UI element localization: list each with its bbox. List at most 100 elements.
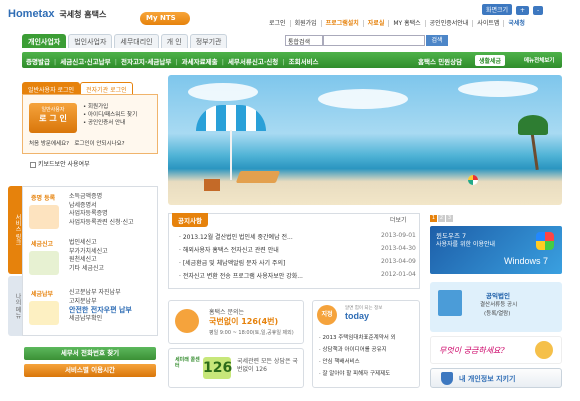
nav-data-submit[interactable]: 과세자료제출: [178, 52, 222, 70]
public-corp-title: 공익법인: [486, 292, 510, 300]
notice-row[interactable]: · [세금환급 및 체납액알림 문자 사기 주의] 2013-04-09: [179, 258, 419, 267]
service-link[interactable]: 사업자등록관련 신청·신고: [69, 219, 134, 228]
top-link-signup[interactable]: 회원가입: [289, 20, 321, 27]
notice-tab[interactable]: 공지사항: [172, 213, 208, 227]
top-link-archive[interactable]: 자료실: [362, 20, 389, 27]
parasol-shape: [196, 105, 266, 131]
login-help-link[interactable]: 로그인이 안되시나요?: [74, 141, 124, 147]
parasol-pole: [230, 130, 232, 180]
notice-row[interactable]: · 해외사용자 홈택스 전자신고 관련 안내 2013-04-30: [179, 245, 419, 254]
suitcase-shape: [204, 179, 220, 191]
today-link[interactable]: · 안심 책배서비스: [319, 357, 360, 365]
top-link-cert[interactable]: 공인인증서안내: [424, 20, 473, 27]
beach-chair-shape: [235, 171, 281, 183]
my-nts-button[interactable]: My NTS: [140, 12, 190, 25]
ad-page-3[interactable]: 3: [446, 215, 453, 222]
tab-corporate-business[interactable]: 법인사업자: [68, 34, 113, 48]
top-link-program[interactable]: 프로그램설치: [320, 20, 363, 27]
logo-sub: 국세청 홈택스: [59, 10, 107, 19]
privacy-protection-button[interactable]: 내 개인정보 지키기: [430, 368, 562, 388]
nav-document-apply[interactable]: 세무서류신고·신청: [224, 52, 282, 70]
zoom-out-button[interactable]: -: [532, 6, 544, 15]
keyboard-security-option[interactable]: 키보드보안 사용여부: [30, 159, 90, 168]
today-link[interactable]: · 2013 주택임대차표준계약서 외: [319, 333, 396, 341]
login-footer: 처음 방문에세요? 로그인이 안되시나요?: [29, 139, 125, 147]
windows7-banner[interactable]: 윈도우즈 7 사용자를 위한 이용안내 Windows 7: [430, 226, 562, 274]
page: Hometax 국세청 홈택스 My NTS 화면크기 + - 로그인 회원가입 프…: [0, 0, 580, 401]
tab-individual[interactable]: 개 인: [160, 34, 188, 48]
nav-certificate[interactable]: 증명발급: [22, 52, 54, 70]
notice-more-link[interactable]: 더보기: [390, 215, 407, 224]
search-button[interactable]: 검색: [426, 35, 448, 46]
faq-text: 무엇이 궁금하세요?: [439, 346, 505, 355]
nav-tax-payment[interactable]: 전자고지·세금납부: [117, 52, 175, 70]
call-center-box[interactable]: 세미래 콜센터 126 국세관련 모든 상담은 국번없이 126: [168, 348, 304, 388]
service-hours-button[interactable]: 서비스별 이용시간: [24, 364, 156, 377]
nts-link[interactable]: 국세청: [503, 20, 529, 27]
service-link[interactable]: 법인세신고: [69, 239, 108, 248]
all-menu-button[interactable]: 메뉴전체보기: [524, 52, 554, 68]
side-tab-my-menu[interactable]: 나의 메뉴: [8, 276, 22, 336]
civil-consult-link[interactable]: 홈택스 민원상담: [418, 52, 462, 70]
call-center-number: 126: [203, 357, 232, 379]
side-tab-service-links[interactable]: 서비스 링크: [8, 186, 22, 274]
faq-banner[interactable]: 무엇이 궁금하세요?: [430, 336, 562, 364]
top-link-sitemap[interactable]: 사이트맵: [472, 20, 504, 27]
keyboard-checkbox[interactable]: [30, 161, 36, 168]
service-link[interactable]: 부가가치세신고: [69, 248, 108, 257]
login-button[interactable]: 일반사용자 로 그 인: [29, 103, 77, 133]
login-button-label: 로 그 인: [39, 114, 67, 123]
payment-icon: [29, 301, 59, 325]
service-link[interactable]: 사업자등록증명: [69, 210, 134, 219]
service-link[interactable]: 기타 세금신고: [69, 265, 108, 274]
nav-inquiry[interactable]: 조회서비스: [285, 52, 323, 70]
top-link-my-hometax[interactable]: MY 홈택스: [388, 20, 425, 27]
today-link[interactable]: · 잘 알아야 할 피해자 구제제도: [319, 369, 390, 377]
login-links: • 회원가입 • 아이디/패스워드 찾기 • 공인인증서 안내: [83, 103, 137, 127]
find-tax-office-phone-button[interactable]: 세무서 전화번호 찾기: [24, 347, 156, 360]
tab-tax-agent[interactable]: 세무대리인: [114, 34, 159, 48]
service-link[interactable]: 신고분납부 자진납부: [69, 289, 132, 298]
tab-individual-business[interactable]: 개인사업자: [22, 34, 67, 48]
service-name: 세금납부: [31, 291, 54, 298]
screen-size-controls: 화면크기 + -: [480, 4, 544, 15]
cert-guide-link[interactable]: • 공인인증서 안내: [83, 119, 137, 127]
service-name: 세금신고: [31, 241, 54, 248]
find-id-link[interactable]: • 아이디/패스워드 찾기: [83, 111, 137, 119]
life-tax-button[interactable]: 생활세금: [475, 55, 506, 66]
service-link[interactable]: 원천세신고: [69, 256, 108, 265]
cloud-shape: [188, 83, 258, 101]
first-visit-link[interactable]: 처음 방문에세요?: [29, 141, 69, 147]
login-box: 일반사용자 로 그 인 • 회원가입 • 아이디/패스워드 찾기 • 공인인증서…: [22, 94, 158, 154]
ad-page-1[interactable]: 1: [430, 215, 437, 222]
notice-row[interactable]: · 2013.12월 결산법인 법인세 중간예납 전... 2013-09-01: [179, 232, 419, 241]
today-header: 지정 알면 힘이 되는 정보 today: [317, 305, 413, 325]
service-link[interactable]: 소득금액증명: [69, 193, 134, 202]
screen-size-label: 화면크기: [482, 4, 513, 15]
service-link[interactable]: 세금납부확인: [69, 315, 132, 324]
document-icon: [438, 290, 462, 316]
zoom-in-button[interactable]: +: [516, 6, 530, 15]
tab-government[interactable]: 정부기관: [189, 34, 228, 48]
nav-tax-filing[interactable]: 세금신고·신고납부: [56, 52, 114, 70]
inquiry-title: 홈택스 문의는: [209, 309, 245, 316]
hometax-logo[interactable]: Hometax 국세청 홈택스: [8, 8, 128, 28]
notice-row[interactable]: · 전자신고 변환 전송 프로그램 사용자보안 강화... 2012-01-04: [179, 271, 419, 280]
ad-page-2[interactable]: 2: [438, 215, 445, 222]
today-info-box: 지정 알면 힘이 되는 정보 today · 2013 주택임대차표준계약서 외…: [312, 300, 420, 388]
hometax-inquiry-box[interactable]: 홈택스 문의는 국번없이 126(4번) 평일 9:00 ~ 18:00(토,일…: [168, 300, 304, 344]
inquiry-number: 국번없이 126(4번): [209, 317, 279, 326]
signup-link[interactable]: • 회원가입: [83, 103, 137, 111]
search-input[interactable]: [323, 35, 425, 46]
call-center-label: 세미래 콜센터: [175, 357, 200, 369]
service-link[interactable]: 안전한 전자우편 납부: [69, 306, 132, 315]
today-link[interactable]: · 상담책과 아이디어를 공유지: [319, 345, 387, 353]
public-corp-banner[interactable]: 공익법인 결산서류등 공시 (등록/열람): [430, 282, 562, 332]
service-link[interactable]: 납세증명서: [69, 202, 134, 211]
windows7-logo-text: Windows 7: [504, 256, 549, 266]
top-link-login[interactable]: 로그인: [265, 20, 290, 27]
service-link[interactable]: 고지분납부: [69, 298, 132, 307]
windows-flag-icon: [536, 232, 554, 250]
top-links: 로그인 회원가입 프로그램설치 자료실 MY 홈택스 공인인증서안내 사이트맵 국세청: [265, 18, 529, 27]
search-type-select[interactable]: 통합검색: [285, 35, 323, 46]
